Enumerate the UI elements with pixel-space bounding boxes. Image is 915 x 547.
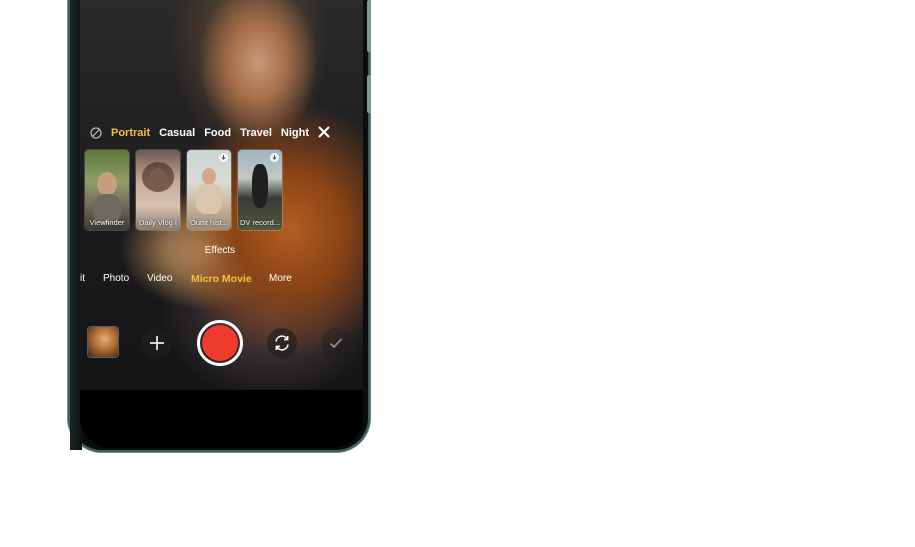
mode-partial[interactable]: it: [80, 273, 85, 284]
filter-casual[interactable]: Casual: [159, 127, 195, 139]
mode-more[interactable]: More: [269, 273, 292, 284]
mode-photo[interactable]: Photo: [103, 273, 129, 284]
power-button: [367, 75, 371, 113]
effects-label[interactable]: Effects: [190, 245, 250, 256]
filter-portrait[interactable]: Portrait: [111, 127, 150, 139]
template-hair: [142, 162, 174, 192]
confirm-button[interactable]: [321, 328, 351, 358]
mode-micro-movie[interactable]: Micro Movie: [191, 273, 252, 285]
template-label: Viewfinder: [89, 218, 125, 227]
template-face: [97, 172, 117, 196]
template-dv-record[interactable]: DV record...: [238, 150, 282, 230]
template-list: Viewfinder Daily Vlog I Outfit hist... D…: [85, 150, 282, 230]
template-viewfinder[interactable]: Viewfinder: [85, 150, 129, 230]
mode-selector: it Photo Video Micro Movie More: [80, 273, 363, 287]
add-button[interactable]: [142, 328, 172, 358]
close-icon[interactable]: [316, 124, 332, 140]
template-label: DV record...: [240, 218, 281, 227]
template-outfit[interactable]: Outfit hist...: [187, 150, 231, 230]
check-icon: [329, 338, 343, 349]
plus-icon: [150, 336, 164, 350]
template-label: Daily Vlog I: [139, 218, 177, 227]
no-filter-icon[interactable]: [90, 127, 102, 139]
filter-bar: Portrait Casual Food Travel Night: [90, 125, 340, 141]
screen-bottom-bar: [80, 390, 363, 448]
switch-camera-icon: [275, 335, 289, 351]
record-dot: [202, 325, 238, 361]
template-label: Outfit hist...: [190, 218, 228, 227]
filter-night[interactable]: Night: [281, 127, 309, 139]
template-face: [202, 168, 216, 185]
template-body: [196, 184, 222, 214]
template-person: [252, 164, 268, 208]
template-daily-vlog[interactable]: Daily Vlog I: [136, 150, 180, 230]
record-button[interactable]: [197, 320, 243, 366]
download-icon: [219, 153, 228, 162]
download-icon: [270, 153, 279, 162]
filter-food[interactable]: Food: [204, 127, 231, 139]
volume-button: [367, 0, 371, 52]
mode-video[interactable]: Video: [147, 273, 172, 284]
switch-camera-button[interactable]: [267, 328, 297, 358]
gallery-thumbnail[interactable]: [88, 327, 118, 357]
filter-travel[interactable]: Travel: [240, 127, 272, 139]
